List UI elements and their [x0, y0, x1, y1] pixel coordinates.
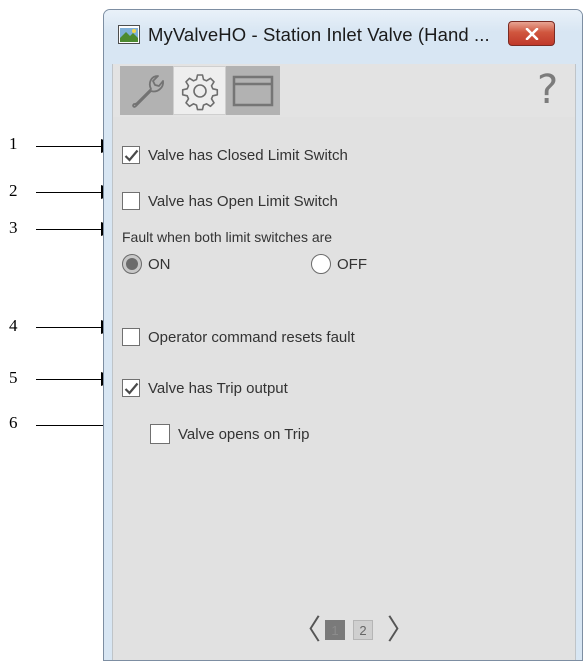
fault-on-label: ON: [148, 255, 171, 273]
tab-maintenance[interactable]: [120, 66, 173, 115]
closed-limit-switch-label: Valve has Closed Limit Switch: [148, 146, 348, 164]
next-page-button[interactable]: 〉: [387, 615, 415, 645]
fault-label: Fault when both limit switches are: [122, 229, 332, 245]
gear-icon: [181, 73, 218, 110]
trip-output-label: Valve has Trip output: [148, 379, 288, 397]
callout-4: 4: [9, 316, 18, 335]
operator-reset-option[interactable]: Operator command resets fault: [122, 328, 355, 346]
close-button[interactable]: [508, 21, 555, 46]
fault-on-option[interactable]: ON: [122, 254, 171, 274]
opens-on-trip-label: Valve opens on Trip: [178, 425, 310, 443]
trip-output-option[interactable]: Valve has Trip output: [122, 379, 288, 397]
page-2-button[interactable]: 2: [353, 620, 373, 640]
fault-label-text: Fault when both limit switches are: [122, 229, 333, 245]
checkmark-icon: [124, 382, 138, 395]
window-title: MyValveHO - Station Inlet Valve (Hand ..…: [148, 24, 490, 45]
callout-1: 1: [9, 134, 18, 153]
app-icon: [118, 25, 140, 44]
prev-page-button[interactable]: 〈: [293, 615, 321, 645]
callout-2: 2: [9, 181, 18, 200]
wrench-icon: [131, 74, 164, 108]
page-navigator: 〈 1 2 〉: [293, 615, 415, 645]
checkmark-icon: [124, 149, 138, 162]
close-icon: [525, 27, 538, 40]
callout-6: 6: [9, 413, 18, 432]
opens-on-trip-checkbox[interactable]: [150, 424, 170, 444]
open-limit-switch-checkbox[interactable]: [122, 192, 140, 210]
closed-limit-switch-option[interactable]: Valve has Closed Limit Switch: [122, 146, 348, 164]
configuration-panel: Valve has Closed Limit Switch Valve has …: [113, 117, 575, 660]
operator-reset-checkbox[interactable]: [122, 328, 140, 346]
trip-output-checkbox[interactable]: [122, 379, 140, 397]
fault-off-option[interactable]: OFF: [311, 254, 367, 274]
faceplate-content: ? Valve has Closed Limit Switch Valve ha…: [112, 64, 576, 660]
window-icon: [232, 75, 274, 106]
fault-on-radio[interactable]: [122, 254, 142, 274]
callout-5: 5: [9, 368, 18, 387]
title-bar[interactable]: MyValveHO - Station Inlet Valve (Hand ..…: [104, 10, 582, 64]
tab-display[interactable]: [226, 66, 280, 115]
tab-bar: ?: [113, 64, 575, 115]
callout-3: 3: [9, 218, 18, 237]
open-limit-switch-option[interactable]: Valve has Open Limit Switch: [122, 192, 338, 210]
page-1-button[interactable]: 1: [325, 620, 345, 640]
fault-off-radio[interactable]: [311, 254, 331, 274]
fault-off-label: OFF: [337, 255, 367, 273]
tab-configuration[interactable]: [173, 66, 226, 115]
faceplate-window: MyValveHO - Station Inlet Valve (Hand ..…: [103, 9, 583, 661]
open-limit-switch-label: Valve has Open Limit Switch: [148, 192, 338, 210]
help-icon[interactable]: ?: [537, 68, 558, 112]
operator-reset-label: Operator command resets fault: [148, 328, 355, 346]
opens-on-trip-option[interactable]: Valve opens on Trip: [150, 424, 309, 444]
closed-limit-switch-checkbox[interactable]: [122, 146, 140, 164]
